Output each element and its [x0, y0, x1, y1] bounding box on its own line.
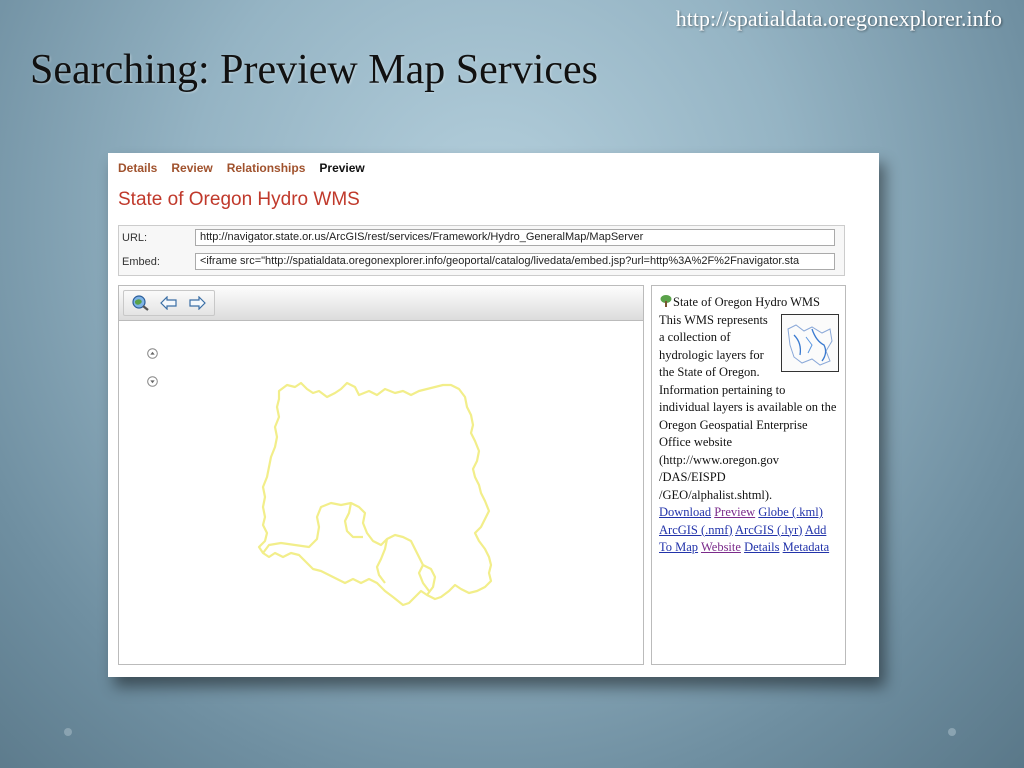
tab-review[interactable]: Review [171, 161, 212, 175]
map-thumbnail[interactable] [781, 313, 839, 372]
map-preview [118, 285, 644, 665]
tab-preview[interactable]: Preview [319, 161, 364, 175]
map-tool-group [123, 290, 215, 316]
website-link[interactable]: Website [701, 540, 741, 554]
oregon-outline [257, 381, 493, 607]
details-link[interactable]: Details [744, 540, 779, 554]
sub-basin-boundary [375, 538, 389, 584]
info-title-row: State of Oregon Hydro WMS [659, 294, 839, 312]
catalog-panel: Details Review Relationships Preview Sta… [108, 153, 879, 677]
map-layer-icon [660, 295, 672, 307]
source-url: http://spatialdata.oregonexplorer.info [675, 6, 1002, 31]
service-fields: URL: http://navigator.state.or.us/ArcGIS… [118, 225, 845, 276]
forward-button[interactable] [186, 293, 208, 313]
record-title: State of Oregon Hydro WMS [118, 189, 360, 210]
metadata-link[interactable]: Metadata [783, 540, 830, 554]
service-info-panel: State of Oregon Hydro WMS This WMS repre… [651, 285, 846, 665]
arcgis-lyr-link[interactable]: ArcGIS (.lyr) [735, 523, 802, 537]
download-link[interactable]: Download [659, 505, 711, 519]
slide-dot-right [948, 728, 956, 736]
embed-label: Embed: [122, 256, 160, 268]
hydro-boundary-outline [257, 381, 493, 607]
embed-field[interactable]: <iframe src="http://spatialdata.oregonex… [195, 253, 835, 270]
forward-arrow-icon [189, 296, 206, 310]
preview-link[interactable]: Preview [714, 505, 755, 519]
back-button[interactable] [158, 293, 180, 313]
arcgis-nmf-link[interactable]: ArcGIS (.nmf) [659, 523, 733, 537]
map-toolbar [119, 286, 643, 321]
embed-row: Embed: <iframe src="http://spatialdata.o… [119, 251, 844, 275]
url-field[interactable]: http://navigator.state.or.us/ArcGIS/rest… [195, 229, 835, 246]
info-title: State of Oregon Hydro WMS [673, 295, 820, 309]
zoom-extent-icon [132, 295, 149, 311]
back-arrow-icon [160, 296, 177, 310]
url-label: URL: [122, 232, 148, 244]
tab-relationships[interactable]: Relationships [227, 161, 306, 175]
zoom-extent-button[interactable] [130, 293, 152, 313]
globe-kml-link[interactable]: Globe (.kml) [758, 505, 823, 519]
inner-boundary-a [417, 564, 430, 592]
slide-dot-left [64, 728, 72, 736]
tab-details[interactable]: Details [118, 161, 157, 175]
info-content: State of Oregon Hydro WMS This WMS repre… [659, 294, 839, 557]
tab-bar: Details Review Relationships Preview [118, 161, 365, 175]
info-links: Download Preview Globe (.kml) ArcGIS (.n… [659, 504, 839, 557]
slide-title: Searching: Preview Map Services [30, 47, 599, 93]
url-row: URL: http://navigator.state.or.us/ArcGIS… [119, 227, 844, 251]
map-canvas[interactable] [119, 321, 643, 664]
